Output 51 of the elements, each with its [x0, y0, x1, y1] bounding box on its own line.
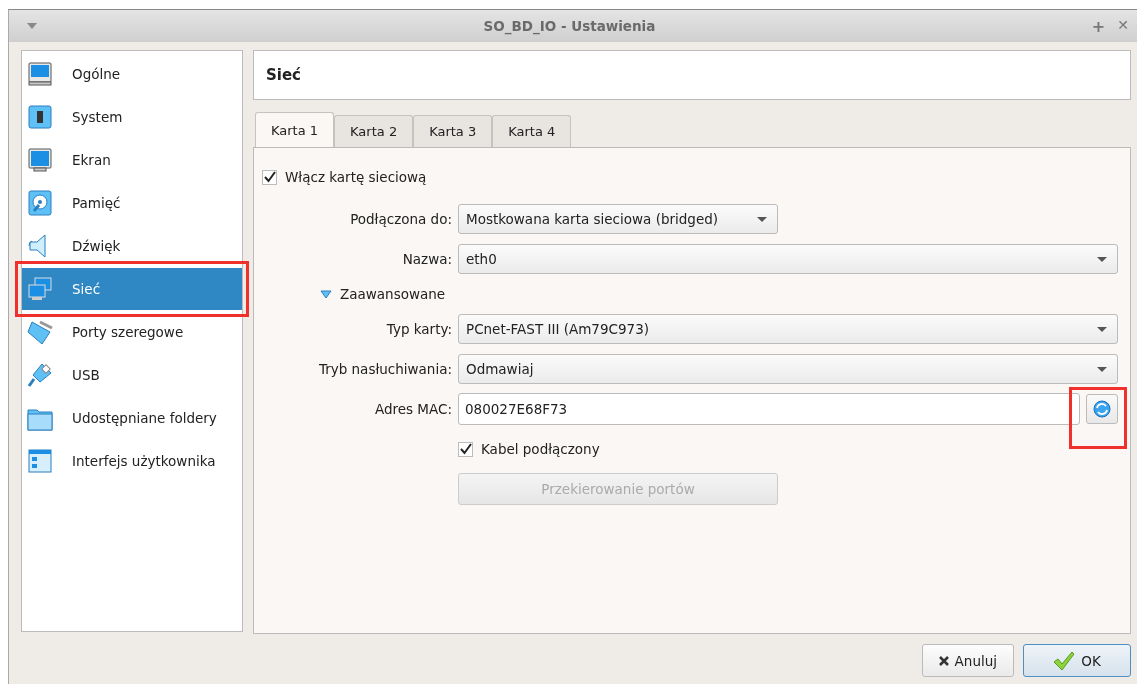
tab[interactable]: Karta 3	[413, 115, 493, 147]
sidebar-item[interactable]: Porty szeregowe	[22, 311, 242, 353]
sidebar-item[interactable]: Ogólne	[22, 53, 242, 95]
page-header: Sieć	[253, 50, 1131, 100]
input-field[interactable]: 080027E68F73	[458, 393, 1080, 425]
checkbox-label: Kabel podłączony	[481, 441, 600, 457]
refresh-icon	[1093, 400, 1111, 418]
field-label: Nazwa:	[401, 251, 452, 267]
dropdown[interactable]: Mostkowana karta sieciowa (bridged)	[458, 204, 778, 234]
triangle-icon	[320, 289, 332, 299]
checkbox[interactable]	[262, 169, 277, 185]
connector-icon	[26, 318, 54, 346]
port-forwarding-button: Przekierowanie portów	[458, 473, 778, 505]
tab[interactable]: Karta 1	[255, 112, 335, 147]
checkbox[interactable]	[458, 441, 473, 457]
dropdown[interactable]: Odmawiaj	[458, 354, 1118, 384]
close-icon	[938, 655, 949, 666]
field-label: Adres MAC:	[373, 401, 452, 417]
refresh-button[interactable]	[1086, 394, 1118, 424]
tab[interactable]: Karta 2	[334, 115, 414, 147]
ok-button[interactable]: OK	[1023, 644, 1131, 677]
sidebar-item[interactable]: Udostępniane foldery	[22, 397, 242, 439]
sidebar-item[interactable]: Dźwięk	[22, 225, 242, 267]
tab[interactable]: Karta 4	[492, 115, 572, 147]
chip-icon	[26, 103, 54, 131]
field-label: Podłączona do:	[349, 211, 452, 227]
window-menu-icon[interactable]	[27, 23, 37, 29]
caret-icon	[757, 216, 767, 222]
checkbox-label: Włącz kartę sieciową	[285, 169, 427, 185]
dropdown[interactable]: PCnet-FAST III (Am79C973)	[458, 314, 1118, 344]
sidebar-item[interactable]: Ekran	[22, 139, 242, 181]
field-label: Typ karty:	[385, 321, 452, 337]
caret-icon	[1097, 256, 1107, 262]
usb-plug-icon	[26, 361, 54, 389]
dropdown[interactable]: eth0	[458, 244, 1118, 274]
caret-icon	[1097, 326, 1107, 332]
sidebar-item[interactable]: Sieć	[22, 268, 242, 310]
sidebar-item[interactable]: Pamięć	[22, 182, 242, 224]
window-icon	[26, 447, 54, 475]
checkmark-icon	[1053, 650, 1076, 671]
caret-icon	[1097, 366, 1107, 372]
sidebar-item[interactable]: USB	[22, 354, 242, 396]
window-title: SO_BD_IO - Ustawienia	[482, 18, 657, 34]
disclosure-toggle[interactable]: Zaawansowane	[320, 286, 446, 302]
monitors-icon	[26, 275, 54, 303]
field-label: Tryb nasłuchiwania:	[317, 361, 452, 377]
monitor-icon	[26, 60, 54, 88]
cancel-button[interactable]: Anuluj	[921, 644, 1014, 677]
monitor-icon	[26, 146, 54, 174]
sidebar-item[interactable]: Interfejs użytkownika	[22, 440, 242, 482]
sidebar-item[interactable]: System	[22, 96, 242, 138]
